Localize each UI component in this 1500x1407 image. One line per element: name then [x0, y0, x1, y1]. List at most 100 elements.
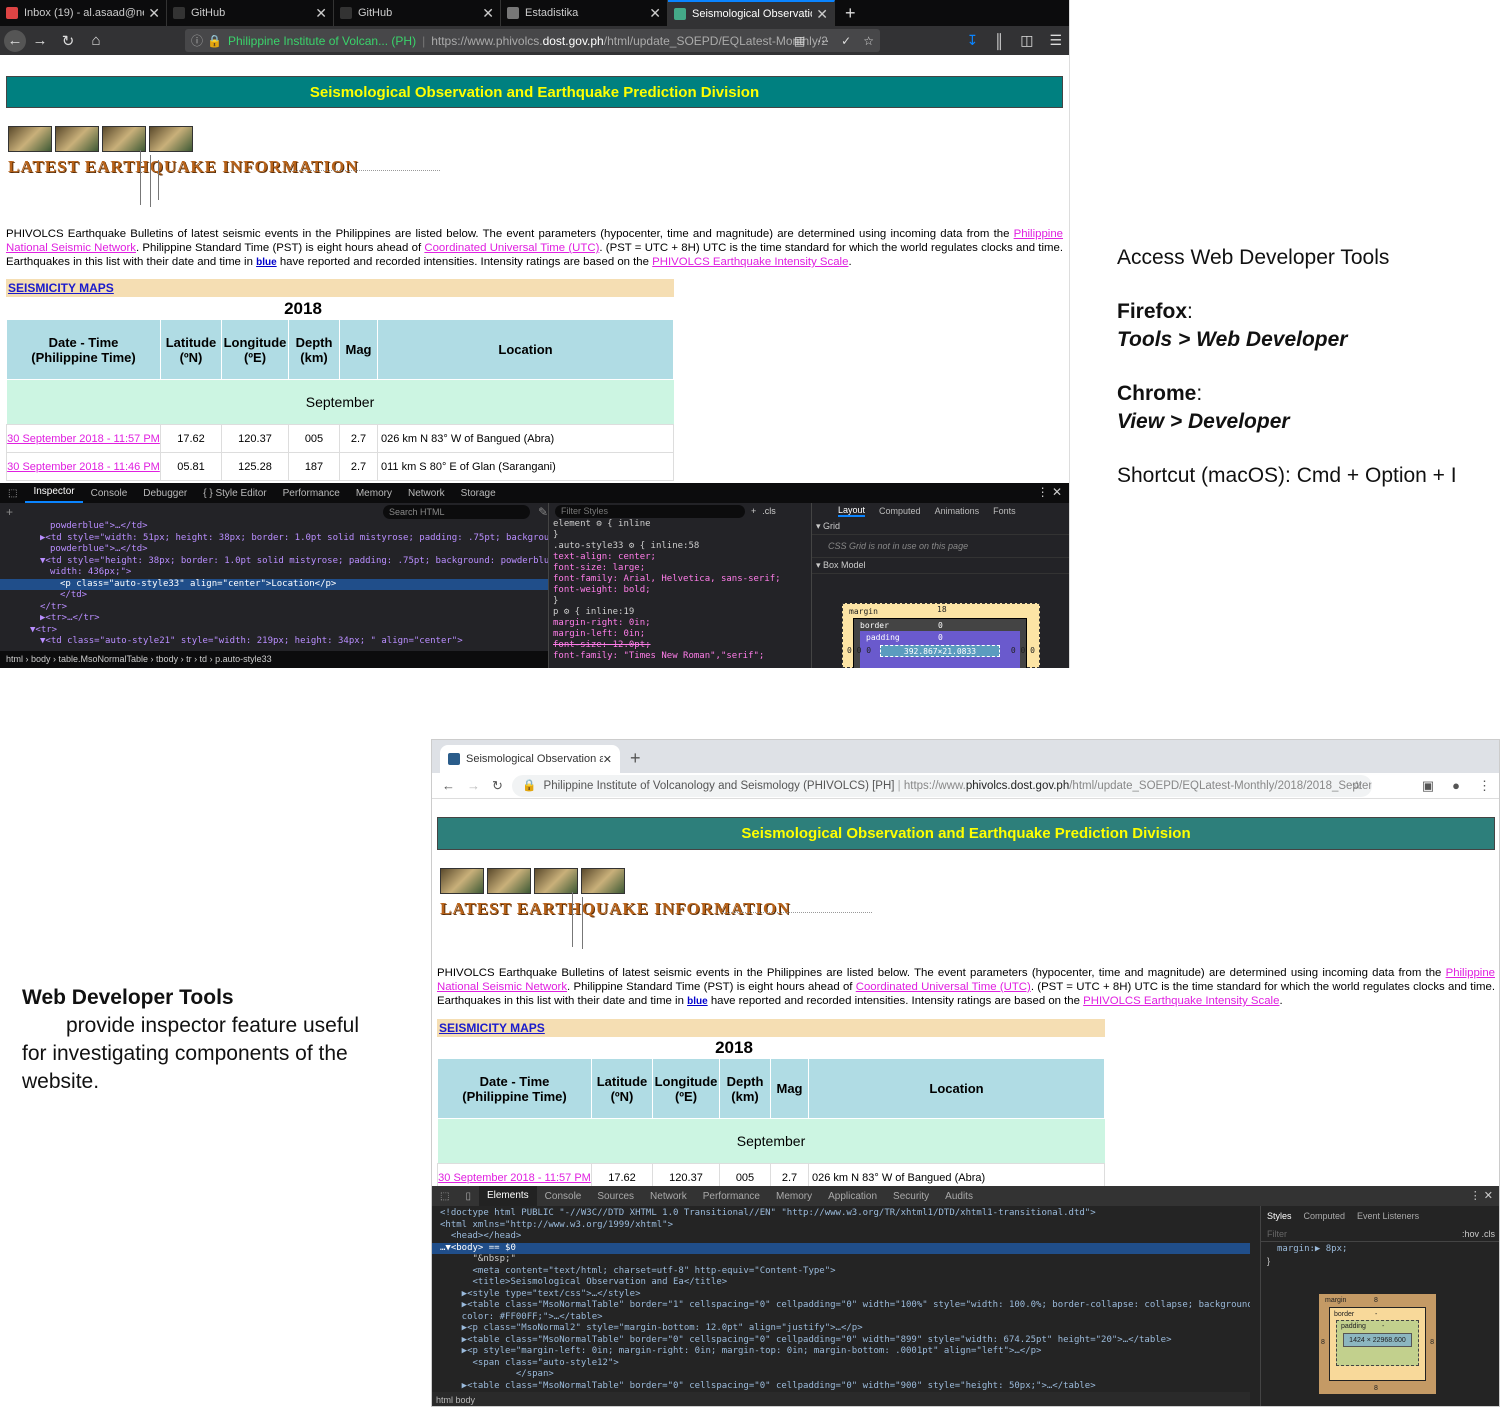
html-tree-line[interactable]: ▶<style type="text/css">…</style>: [432, 1289, 1250, 1301]
eyedropper-icon[interactable]: ✎: [538, 505, 548, 519]
html-tree-line[interactable]: <!doctype html PUBLIC "-//W3C//DTD XHTML…: [432, 1208, 1250, 1220]
breadcrumb[interactable]: html body: [432, 1392, 1250, 1406]
devtools-close-icon[interactable]: ⋮ ✕: [1037, 485, 1062, 499]
devtools-tab[interactable]: Performance: [695, 1191, 768, 1202]
add-rule-icon[interactable]: +: [751, 506, 756, 516]
html-tree-line[interactable]: <head></head>: [432, 1231, 1250, 1243]
html-tree-line[interactable]: ▶<tr>…</tr>: [0, 613, 548, 625]
html-tree-line[interactable]: ▼<td class="auto-style21" style="width: …: [0, 636, 548, 648]
html-tree-line[interactable]: powderblue">…</td>: [0, 544, 548, 556]
html-tree-line[interactable]: <html xmlns="http://www.w3.org/1999/xhtm…: [432, 1220, 1250, 1232]
html-tree-line[interactable]: ▶<table class="MsoNormalTable" border="0…: [432, 1381, 1250, 1393]
cls-button[interactable]: .cls: [762, 506, 776, 516]
html-tree-line[interactable]: ▼<td style="height: 38px; border: 1.0pt …: [0, 556, 548, 568]
side-panel-tab[interactable]: Animations: [935, 506, 980, 516]
html-tree-line[interactable]: </td>: [0, 590, 548, 602]
browser-tab[interactable]: Seismological Observation and ✕: [668, 0, 835, 26]
pocket-icon[interactable]: ✓: [841, 34, 851, 48]
html-tree-line[interactable]: powderblue">…</td>: [0, 521, 548, 533]
html-tree-line[interactable]: ▶<td style="width: 51px; height: 38px; b…: [0, 533, 548, 545]
tab-close-icon[interactable]: ✕: [148, 5, 160, 22]
search-html-input[interactable]: Search HTML: [383, 505, 530, 519]
devtools-tab[interactable]: Audits: [937, 1191, 981, 1202]
link-intensity-scale[interactable]: PHIVOLCS Earthquake Intensity Scale: [1083, 995, 1279, 1007]
html-tree[interactable]: + Search HTML ✎ powderblue">…</td> ▶<td s…: [0, 503, 548, 651]
grid-section[interactable]: Grid: [823, 521, 840, 531]
side-panel-tab[interactable]: Computed: [879, 506, 921, 516]
reader-view-icon[interactable]: ▤: [794, 34, 805, 48]
reload-icon[interactable]: ↻: [54, 32, 82, 50]
side-panel-tab[interactable]: Fonts: [993, 506, 1016, 516]
browser-tab[interactable]: Estadistika ✕: [501, 0, 668, 26]
menu-icon[interactable]: ⋮: [1478, 778, 1491, 794]
event-date-link[interactable]: 30 September 2018 - 11:57 PM: [438, 1172, 591, 1184]
side-panel-tab[interactable]: Layout: [838, 505, 866, 517]
devtools-tab[interactable]: Memory: [348, 488, 400, 499]
browser-tab[interactable]: GitHub ✕: [334, 0, 501, 26]
back-icon[interactable]: ←: [442, 778, 455, 793]
tab-close-icon[interactable]: ✕: [482, 5, 494, 22]
html-tree-line[interactable]: </tr>: [0, 602, 548, 614]
forward-icon[interactable]: →: [26, 32, 54, 49]
html-tree-line[interactable]: </span>: [432, 1369, 1250, 1381]
inspect-icon[interactable]: ⬚: [432, 1191, 457, 1202]
browser-tab[interactable]: Inbox (19) - al.asaad@neuralmi ✕: [0, 0, 167, 26]
filter-styles-input[interactable]: Filter Styles: [555, 504, 745, 518]
html-tree-line[interactable]: width: 436px;">: [0, 567, 548, 579]
devtools-tab[interactable]: Network: [642, 1191, 695, 1202]
reload-icon[interactable]: ↻: [492, 778, 503, 794]
devtools-tab[interactable]: Console: [83, 488, 136, 499]
html-tree-line[interactable]: <meta content="text/html; charset=utf-8"…: [432, 1266, 1250, 1278]
bookmark-star-icon[interactable]: ☆: [1352, 775, 1362, 797]
devtools-tab[interactable]: Sources: [589, 1191, 642, 1202]
side-panel-tab[interactable]: Computed: [1304, 1211, 1346, 1221]
new-tab-icon[interactable]: +: [630, 748, 641, 769]
html-tree[interactable]: <!doctype html PUBLIC "-//W3C//DTD XHTML…: [432, 1208, 1250, 1392]
new-tab-icon[interactable]: +: [835, 0, 866, 26]
bookmark-star-icon[interactable]: ☆: [863, 34, 874, 48]
pick-element-icon[interactable]: ⬚: [0, 488, 25, 499]
box-model-section[interactable]: Box Model: [823, 560, 866, 570]
devtools-tab[interactable]: Performance: [275, 488, 348, 499]
chrome-tab[interactable]: Seismological Observation and ✕: [440, 745, 620, 773]
html-tree-line[interactable]: ▶<table class="MsoNormalTable" border="1…: [432, 1300, 1250, 1312]
link-blue[interactable]: blue: [256, 257, 277, 268]
event-date-link[interactable]: 30 September 2018 - 11:46 PM: [7, 461, 160, 473]
html-tree-line[interactable]: color: #FF00FF;">…</table>: [432, 1312, 1250, 1324]
library-icon[interactable]: ║: [994, 33, 1004, 49]
devtools-tab[interactable]: Network: [400, 488, 453, 499]
devtools-tab[interactable]: Security: [885, 1191, 937, 1202]
html-tree-line[interactable]: <title>Seismological Observation and Ea<…: [432, 1277, 1250, 1289]
address-bar[interactable]: 🔒 Philippine Institute of Volcanology an…: [512, 775, 1372, 797]
devtools-tab[interactable]: Inspector: [25, 483, 83, 503]
profile-icon[interactable]: ●: [1452, 778, 1460, 794]
devtools-tab[interactable]: Storage: [453, 488, 504, 499]
breadcrumb[interactable]: html › body › table.MsoNormalTable › tbo…: [0, 651, 548, 668]
filter-input[interactable]: Filter: [1267, 1229, 1287, 1239]
devtools-tab[interactable]: Application: [820, 1191, 885, 1202]
tab-close-icon[interactable]: ✕: [603, 753, 612, 766]
devtools-tab[interactable]: Console: [537, 1191, 590, 1202]
seismicity-maps-link[interactable]: SEISMICITY MAPS: [439, 1021, 545, 1035]
html-tree-line[interactable]: ▶<table class="MsoNormalTable" border="0…: [432, 1335, 1250, 1347]
download-icon[interactable]: ↧: [967, 32, 979, 49]
link-intensity-scale[interactable]: PHIVOLCS Earthquake Intensity Scale: [652, 256, 848, 268]
html-tree-line[interactable]: ▶<p class="MsoNormal2" style="margin-bot…: [432, 1323, 1250, 1335]
menu-icon[interactable]: ☰: [1049, 32, 1062, 49]
device-toolbar-icon[interactable]: ▯: [457, 1191, 479, 1202]
event-date-link[interactable]: 30 September 2018 - 11:57 PM: [7, 433, 160, 445]
info-icon[interactable]: ⓘ: [191, 32, 203, 49]
facebook-icon[interactable]: ▣: [1422, 778, 1434, 794]
address-bar[interactable]: ⓘ 🔒 Philippine Institute of Volcan... (P…: [185, 29, 880, 52]
add-node-icon[interactable]: +: [6, 505, 13, 519]
html-tree-line[interactable]: <p class="auto-style33" align="center">L…: [0, 578, 548, 590]
tab-close-icon[interactable]: ✕: [315, 5, 327, 22]
side-panel-tab[interactable]: Event Listeners: [1357, 1211, 1419, 1221]
tab-close-icon[interactable]: ✕: [649, 5, 661, 22]
link-utc[interactable]: Coordinated Universal Time (UTC): [856, 981, 1031, 993]
html-tree-line[interactable]: "&nbsp;": [432, 1254, 1250, 1266]
devtools-tab[interactable]: Elements: [478, 1186, 537, 1206]
devtools-tab[interactable]: Debugger: [135, 488, 195, 499]
link-blue[interactable]: blue: [687, 996, 708, 1007]
html-tree-line[interactable]: <span class="auto-style12">: [432, 1358, 1250, 1370]
